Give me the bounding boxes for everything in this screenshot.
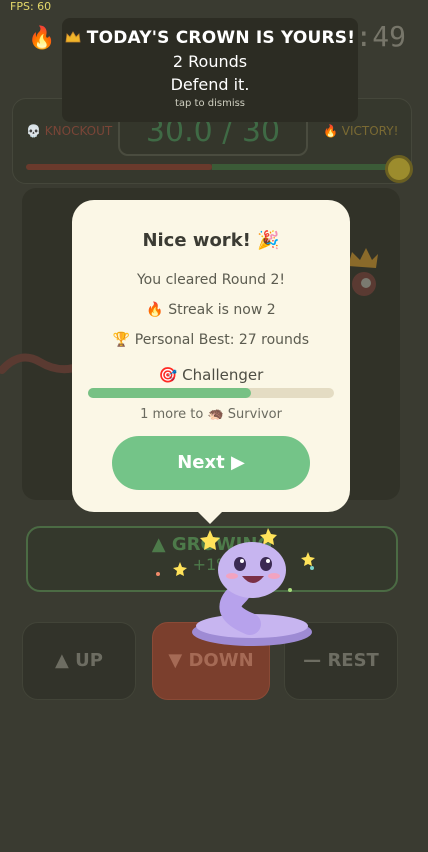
next-rank-text: 1 more to 🦔 Survivor — [140, 407, 282, 422]
round-cleared-text: You cleared Round 2! — [136, 272, 286, 288]
progress-fill-knockout — [26, 164, 212, 170]
victory-label: 🔥 VICTORY! — [323, 124, 399, 138]
snake-mascot — [156, 528, 315, 646]
target-icon: 🎯 — [158, 366, 178, 384]
flame-icon: 🔥 — [146, 302, 164, 318]
next-button[interactable]: Next ▶ — [112, 436, 310, 490]
toast-rounds: 2 Rounds — [172, 52, 248, 71]
crown-toast[interactable]: TODAY'S CROWN IS YOURS! 2 Rounds Defend … — [62, 18, 358, 122]
survivor-icon: 🦔 — [207, 407, 224, 422]
flame-icon: 🔥 — [28, 26, 56, 51]
modal-title: Nice work! 🎉 — [142, 230, 280, 251]
dismiss-hint: tap to dismiss — [174, 98, 246, 109]
skull-icon: 💀 — [26, 124, 41, 138]
fps-counter: FPS: 60 — [10, 0, 52, 13]
streak-text: 🔥 Streak is now 2 — [146, 302, 276, 318]
toast-subtitle: Defend it. — [170, 75, 250, 94]
personal-best-text: 🏆 Personal Best: 27 rounds — [112, 332, 310, 348]
play-icon: ▶ — [230, 452, 245, 473]
knockout-label: 💀 KNOCKOUT — [26, 124, 113, 138]
toast-title: TODAY'S CROWN IS YOURS! — [62, 28, 358, 48]
crown-icon — [65, 31, 81, 43]
round-complete-modal: Nice work! 🎉 You cleared Round 2! 🔥 Stre… — [72, 200, 350, 512]
progress-handle — [385, 155, 413, 183]
rank-progress-fill — [88, 388, 251, 398]
trophy-icon: 🏆 — [112, 332, 131, 348]
flame-icon: 🔥 — [323, 124, 338, 138]
progress-fill-victory — [212, 164, 392, 170]
up-button[interactable]: ▲ UP — [22, 622, 136, 700]
rank-label: 🎯 Challenger — [158, 366, 264, 384]
